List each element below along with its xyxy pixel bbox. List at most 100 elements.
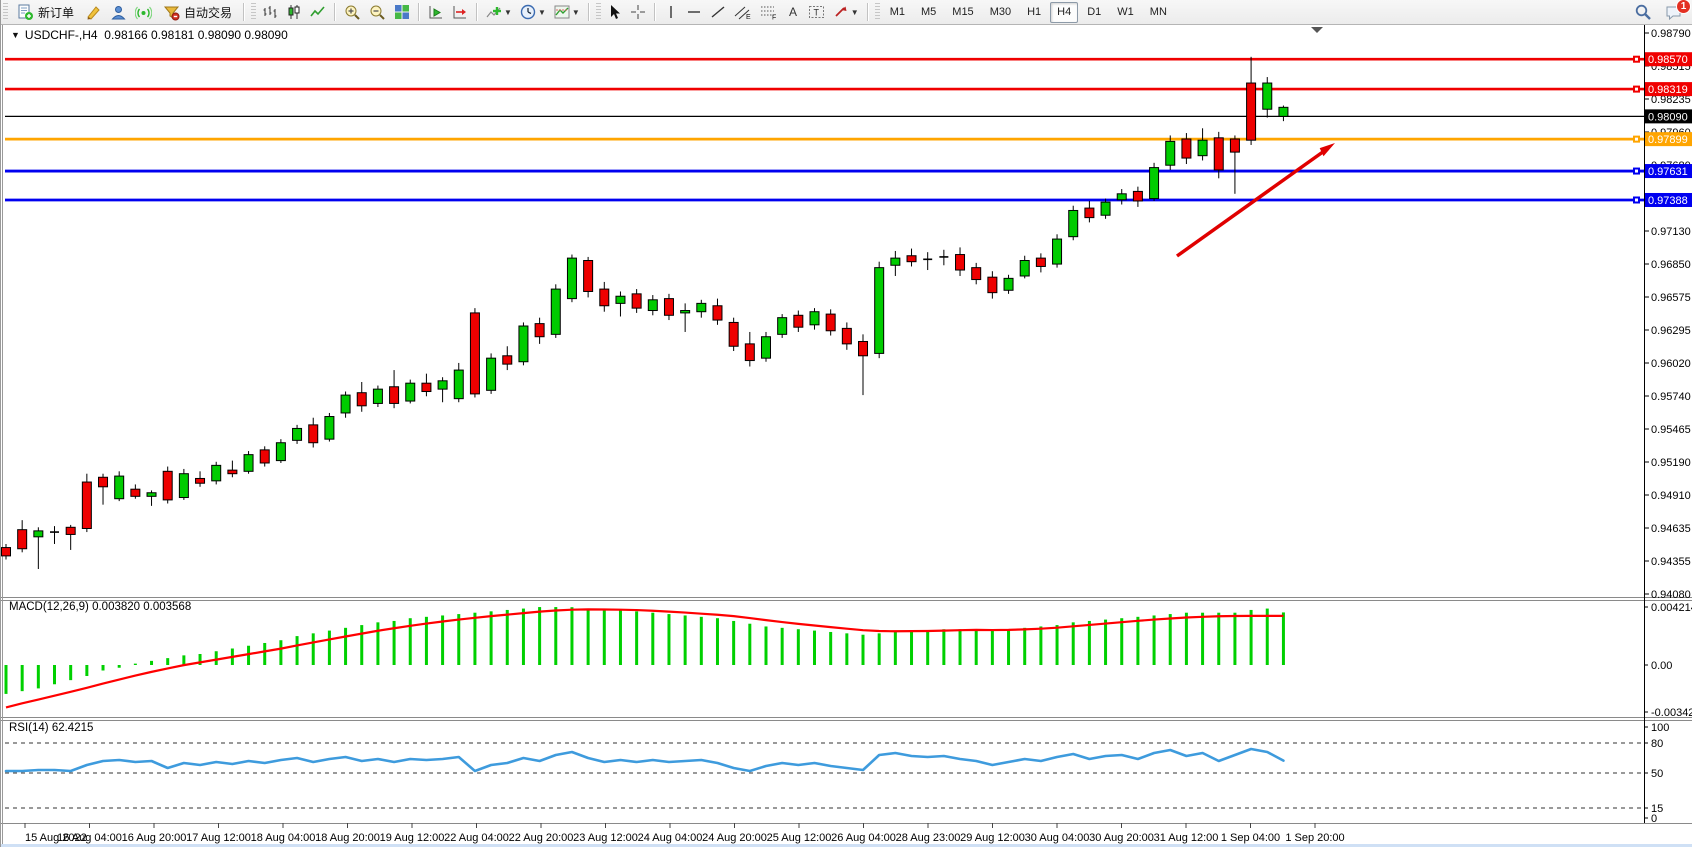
- auto-trading-button[interactable]: 自动交易: [157, 2, 238, 22]
- candle-body: [859, 341, 868, 355]
- signals-button[interactable]: [132, 2, 155, 22]
- chart-canvas[interactable]: 0.987900.985150.982350.979600.976800.974…: [1, 0, 1692, 847]
- candle-body: [147, 493, 156, 497]
- auto-scroll-button[interactable]: [425, 2, 447, 22]
- bar-chart-button[interactable]: [259, 2, 281, 22]
- crosshair-button[interactable]: [627, 2, 649, 22]
- candle-body: [99, 477, 108, 487]
- svg-text:0.94355: 0.94355: [1651, 556, 1691, 568]
- toolbar-grip[interactable]: [875, 3, 880, 21]
- candle-body: [584, 260, 593, 291]
- svg-text:0.004214: 0.004214: [1651, 602, 1692, 614]
- zoom-in-icon: [344, 4, 361, 21]
- candle-body: [66, 527, 75, 534]
- candle-body: [503, 356, 512, 364]
- candle-body: [907, 256, 916, 262]
- svg-text:A: A: [789, 5, 797, 19]
- text-label-tool[interactable]: T: [805, 2, 828, 22]
- timeframe-button-m30[interactable]: M30: [983, 2, 1018, 23]
- cursor-arrow-icon: [607, 4, 622, 20]
- time-axis-label: 1 Sep 04:00: [1221, 832, 1280, 844]
- candle-body: [664, 299, 673, 316]
- time-axis-label: 18 Aug 04:00: [251, 832, 316, 844]
- svg-text:0.97130: 0.97130: [1651, 226, 1691, 238]
- candle-body: [697, 303, 706, 311]
- styler-button[interactable]: [82, 2, 105, 22]
- svg-text:80: 80: [1651, 738, 1663, 750]
- time-axis-label: 1 Sep 20:00: [1285, 832, 1344, 844]
- text-tool[interactable]: A: [783, 2, 803, 22]
- search-button[interactable]: [1631, 2, 1655, 22]
- trendline-icon: [710, 4, 726, 20]
- timeframe-button-m15[interactable]: M15: [945, 2, 980, 23]
- candlestick-chart-button[interactable]: [283, 2, 305, 22]
- timeframe-button-m1[interactable]: M1: [883, 2, 912, 23]
- candle-body: [1198, 140, 1207, 155]
- candle-body: [1150, 168, 1159, 199]
- candle-body: [648, 300, 657, 311]
- candle-body: [196, 478, 205, 483]
- candle-body: [681, 311, 690, 313]
- new-order-label: 新订单: [38, 4, 74, 21]
- svg-text:0.94635: 0.94635: [1651, 523, 1691, 535]
- candle-body: [357, 393, 366, 406]
- timeframe-button-w1[interactable]: W1: [1110, 2, 1141, 23]
- candle-body: [1117, 194, 1126, 200]
- candle-body: [470, 313, 479, 394]
- timeframe-button-h4[interactable]: H4: [1050, 2, 1078, 23]
- time-axis-label: 16 Aug 20:00: [122, 832, 187, 844]
- trendline-tool[interactable]: [707, 2, 729, 22]
- timeframe-button-d1[interactable]: D1: [1080, 2, 1108, 23]
- timeframe-button-m5[interactable]: M5: [914, 2, 943, 23]
- candle-body: [972, 268, 981, 280]
- price-badge-0.98090: 0.98090: [1648, 111, 1688, 123]
- arrows-tool[interactable]: ▼: [830, 2, 862, 22]
- candle-body: [842, 328, 851, 343]
- candle-body: [826, 314, 835, 331]
- toolbar-grip[interactable]: [251, 3, 256, 21]
- equidistant-channel-tool[interactable]: E: [731, 2, 755, 22]
- search-icon: [1634, 3, 1652, 21]
- candle-body: [2, 548, 11, 556]
- chart-shift-button[interactable]: [449, 2, 471, 22]
- template-icon: [554, 4, 570, 20]
- candle-body: [729, 322, 738, 346]
- tile-windows-button[interactable]: [391, 2, 413, 22]
- svg-text:0.94080: 0.94080: [1651, 589, 1691, 601]
- crayon-icon: [85, 4, 102, 21]
- crosshair-icon: [630, 4, 646, 20]
- time-axis-label: 17 Aug 12:00: [186, 832, 251, 844]
- toolbar-grip[interactable]: [3, 3, 8, 21]
- price-badge-0.97899: 0.97899: [1648, 134, 1688, 146]
- auto-trading-icon: [163, 4, 180, 21]
- time-axis-label: 24 Aug 20:00: [702, 832, 767, 844]
- candle-body: [341, 395, 350, 413]
- community-button[interactable]: [107, 2, 130, 22]
- auto-trading-label: 自动交易: [184, 4, 232, 21]
- indicators-button[interactable]: ▼: [483, 2, 515, 22]
- periods-button[interactable]: ▼: [517, 2, 549, 22]
- zoom-out-button[interactable]: [366, 2, 389, 22]
- fibonacci-icon: F: [760, 4, 778, 20]
- fibonacci-tool[interactable]: F: [757, 2, 781, 22]
- candle-body: [293, 428, 302, 440]
- line-chart-button[interactable]: [307, 2, 329, 22]
- candle-body: [778, 318, 787, 335]
- vertical-line-tool[interactable]: [661, 2, 681, 22]
- templates-button[interactable]: ▼: [551, 2, 583, 22]
- svg-text:0.96850: 0.96850: [1651, 259, 1691, 271]
- zoom-in-button[interactable]: [341, 2, 364, 22]
- new-order-button[interactable]: 新订单: [11, 2, 80, 22]
- svg-text:50: 50: [1651, 768, 1663, 780]
- horizontal-line-tool[interactable]: [683, 2, 705, 22]
- candle-body: [535, 324, 544, 337]
- candle-body: [810, 312, 819, 325]
- timeframe-button-mn[interactable]: MN: [1143, 2, 1174, 23]
- toolbar-grip[interactable]: [596, 3, 601, 21]
- bar-chart-icon: [262, 4, 278, 20]
- cursor-button[interactable]: [604, 2, 625, 22]
- candle-body: [794, 315, 803, 327]
- timeframe-button-h1[interactable]: H1: [1020, 2, 1048, 23]
- notifications-button[interactable]: 1: [1662, 2, 1686, 22]
- svg-text:0.98790: 0.98790: [1651, 28, 1691, 40]
